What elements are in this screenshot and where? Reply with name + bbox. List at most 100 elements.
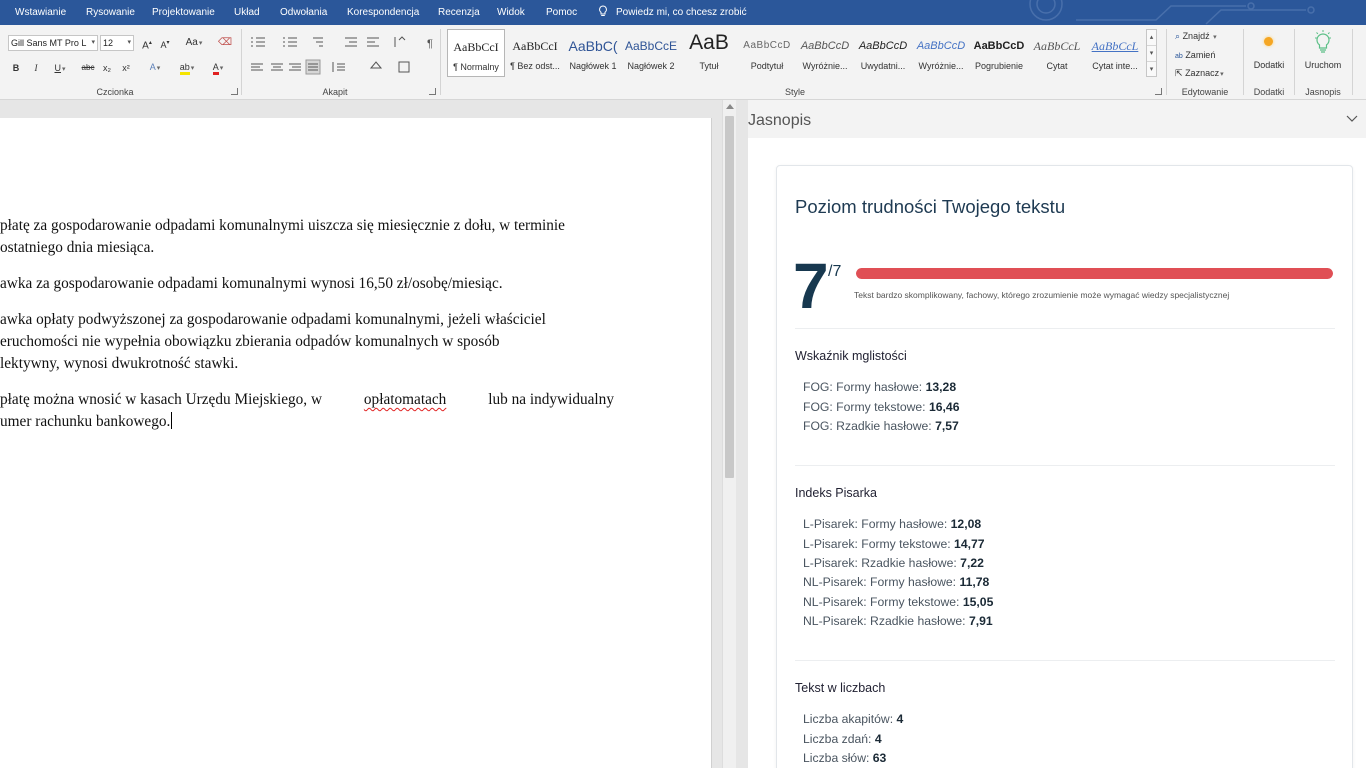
- find-button[interactable]: ⌕ Znajdź ▾: [1175, 29, 1217, 45]
- vertical-scrollbar[interactable]: [722, 100, 736, 768]
- styles-gallery: AaBbCcI ¶ Normalny AaBbCcI ¶ Bez odst... A…: [447, 29, 1144, 79]
- ribbon: Gill Sans MT Pro L ▾ 12 ▾ A▴ A▾ Aa▾ ⌫ B I …: [0, 25, 1366, 100]
- tab-projektowanie[interactable]: Projektowanie: [152, 0, 215, 25]
- menu-bar: Wstawianie Rysowanie Projektowanie Układ…: [0, 0, 1366, 25]
- replace-button[interactable]: ab Zamień: [1175, 48, 1215, 64]
- font-name-combo[interactable]: Gill Sans MT Pro L ▾: [8, 35, 98, 51]
- font-dialog-launcher-icon[interactable]: [231, 88, 238, 95]
- metric-row: NL-Pisarek: Rzadkie hasłowe: 7,91: [803, 614, 993, 628]
- pane-splitter[interactable]: [736, 100, 748, 768]
- group-label-editing: Edytowanie: [1181, 87, 1229, 97]
- tab-pomoc[interactable]: Pomoc: [546, 0, 577, 25]
- style-heading-2[interactable]: AaBbCcE Nagłówek 2: [622, 29, 680, 77]
- lightbulb-icon[interactable]: [1313, 30, 1333, 54]
- bold-button[interactable]: B: [10, 61, 22, 75]
- text-segment: umer rachunku bankowego.: [0, 413, 171, 430]
- difficulty-score-max: /7: [828, 263, 842, 280]
- jasnopis-task-pane: Jasnopis Poziom trudności Twojego tekstu…: [748, 100, 1366, 768]
- group-label-font: Czcionka: [96, 87, 134, 97]
- metric-row: L-Pisarek: Rzadkie hasłowe: 7,22: [803, 556, 984, 570]
- text-line: awka za gospodarowanie odpadami komunaln…: [0, 275, 503, 292]
- decorative-pattern: [1029, 0, 1315, 25]
- font-color-button[interactable]: A▾: [205, 60, 231, 76]
- run-jasnopis-button[interactable]: Uruchom: [1300, 58, 1346, 72]
- tell-me-box[interactable]: Powiedz mi, co chcesz zrobić: [598, 0, 747, 25]
- paragraph-4[interactable]: płatę można wnosić w kasach Urzędu Miejs…: [0, 389, 614, 433]
- section-title-numbers: Tekst w liczbach: [795, 681, 886, 695]
- text-line: płatę można wnosić w kasach Urzędu Miejs…: [0, 389, 614, 411]
- select-button[interactable]: ⇱ Zaznacz▾: [1175, 66, 1224, 82]
- styles-dialog-launcher-icon[interactable]: [1155, 88, 1162, 95]
- section-title-fog: Wskaźnik mglistości: [795, 349, 907, 363]
- style-quote[interactable]: AaBbCcL Cytat: [1028, 29, 1086, 77]
- chevron-down-icon[interactable]: ▾: [127, 36, 131, 50]
- text-line: lektywny, wynosi dwukrotność stawki.: [0, 355, 239, 372]
- style-subtitle[interactable]: AaBbCcD Podtytuł: [738, 29, 796, 77]
- style-emphasis[interactable]: AaBbCcD Uwydatni...: [854, 29, 912, 77]
- metric-row: FOG: Formy tekstowe: 16,46: [803, 400, 960, 414]
- tab-uklad[interactable]: Układ: [234, 0, 260, 25]
- addins-button[interactable]: Dodatki: [1249, 58, 1289, 72]
- document-page[interactable]: płatę za gospodarowanie odpadami komunal…: [0, 118, 712, 768]
- text-cursor: [171, 412, 173, 429]
- misspelled-word[interactable]: opłatomatach: [364, 389, 446, 411]
- style-intense-emphasis[interactable]: AaBbCcD Wyróżnie...: [912, 29, 970, 77]
- group-separator: [1243, 29, 1244, 95]
- more-icon[interactable]: ▾: [1147, 62, 1156, 78]
- clear-formatting-icon[interactable]: ⌫: [217, 36, 233, 50]
- style-subtle-emphasis[interactable]: AaBbCcD Wyróżnie...: [796, 29, 854, 77]
- superscript-button[interactable]: x²: [119, 61, 133, 75]
- style-heading-1[interactable]: AaBbC(Nagłówek 1: [564, 29, 622, 77]
- group-separator: [1166, 29, 1167, 95]
- grow-font-button[interactable]: A▴: [140, 36, 154, 53]
- paragraph-3[interactable]: awka opłaty podwyższonej za gospodarowan…: [0, 309, 614, 375]
- tab-korespondencja[interactable]: Korespondencja: [347, 0, 419, 25]
- font-size-combo[interactable]: 12 ▾: [100, 35, 134, 51]
- text-line: ostatniego dnia miesiąca.: [0, 239, 155, 256]
- lightbulb-icon: [599, 5, 607, 16]
- change-case-button[interactable]: Aa▾: [180, 36, 208, 51]
- tab-recenzja[interactable]: Recenzja: [438, 0, 480, 25]
- scrollbar-thumb[interactable]: [725, 116, 734, 478]
- chevron-down-icon[interactable]: ▾: [1147, 46, 1156, 62]
- highlight-button[interactable]: ab▾: [173, 60, 201, 76]
- shrink-font-button[interactable]: A▾: [158, 36, 172, 52]
- metric-row: Liczba zdań: 4: [803, 732, 882, 746]
- chevron-down-icon[interactable]: [1346, 112, 1358, 124]
- styles-gallery-scroll[interactable]: ▴ ▾ ▾: [1146, 29, 1157, 77]
- difficulty-description: Tekst bardzo skomplikowany, fachowy, któ…: [854, 290, 1230, 300]
- style-no-spacing[interactable]: AaBbCcI ¶ Bez odst...: [506, 29, 564, 77]
- scroll-up-arrow-icon[interactable]: [726, 104, 734, 109]
- chevron-up-icon[interactable]: ▴: [1147, 30, 1156, 46]
- paragraph-dialog-launcher-icon[interactable]: [429, 88, 436, 95]
- paragraph-1[interactable]: płatę za gospodarowanie odpadami komunal…: [0, 215, 614, 259]
- paragraph-2[interactable]: awka za gospodarowanie odpadami komunaln…: [0, 273, 614, 295]
- metric-row: L-Pisarek: Formy tekstowe: 14,77: [803, 537, 985, 551]
- font-name-value: Gill Sans MT Pro L: [11, 38, 87, 48]
- tab-wstawianie[interactable]: Wstawianie: [15, 0, 66, 25]
- card-title: Poziom trudności Twojego tekstu: [795, 196, 1066, 217]
- tab-rysowanie[interactable]: Rysowanie: [86, 0, 135, 25]
- divider: [795, 660, 1335, 661]
- tab-widok[interactable]: Widok: [497, 0, 525, 25]
- subscript-button[interactable]: x₂: [100, 61, 114, 75]
- tab-odwolania[interactable]: Odwołania: [280, 0, 327, 25]
- metric-row: NL-Pisarek: Formy tekstowe: 15,05: [803, 595, 994, 609]
- strikethrough-button[interactable]: abc: [79, 61, 97, 75]
- document-area: płatę za gospodarowanie odpadami komunal…: [0, 100, 722, 768]
- style-title[interactable]: AaB Tytuł: [680, 29, 738, 77]
- style-strong[interactable]: AaBbCcD Pogrubienie: [970, 29, 1028, 77]
- pane-content: Poziom trudności Twojego tekstu 7 /7 Tek…: [748, 138, 1366, 768]
- svg-text:¶: ¶: [427, 38, 433, 50]
- divider: [795, 328, 1335, 329]
- chevron-down-icon[interactable]: ▾: [91, 36, 95, 50]
- italic-button[interactable]: I: [30, 61, 42, 75]
- paragraph-tools-icons: ¶: [251, 36, 433, 75]
- text-effects-button[interactable]: A▾: [143, 60, 167, 76]
- underline-button[interactable]: U▾: [48, 61, 72, 77]
- style-normal[interactable]: AaBbCcI ¶ Normalny: [447, 29, 505, 77]
- text-line: płatę za gospodarowanie odpadami komunal…: [0, 217, 565, 234]
- addins-icon[interactable]: [1264, 37, 1273, 46]
- group-label-jasnopis: Jasnopis: [1305, 87, 1341, 97]
- style-intense-quote[interactable]: AaBbCcL Cytat inte...: [1086, 29, 1144, 77]
